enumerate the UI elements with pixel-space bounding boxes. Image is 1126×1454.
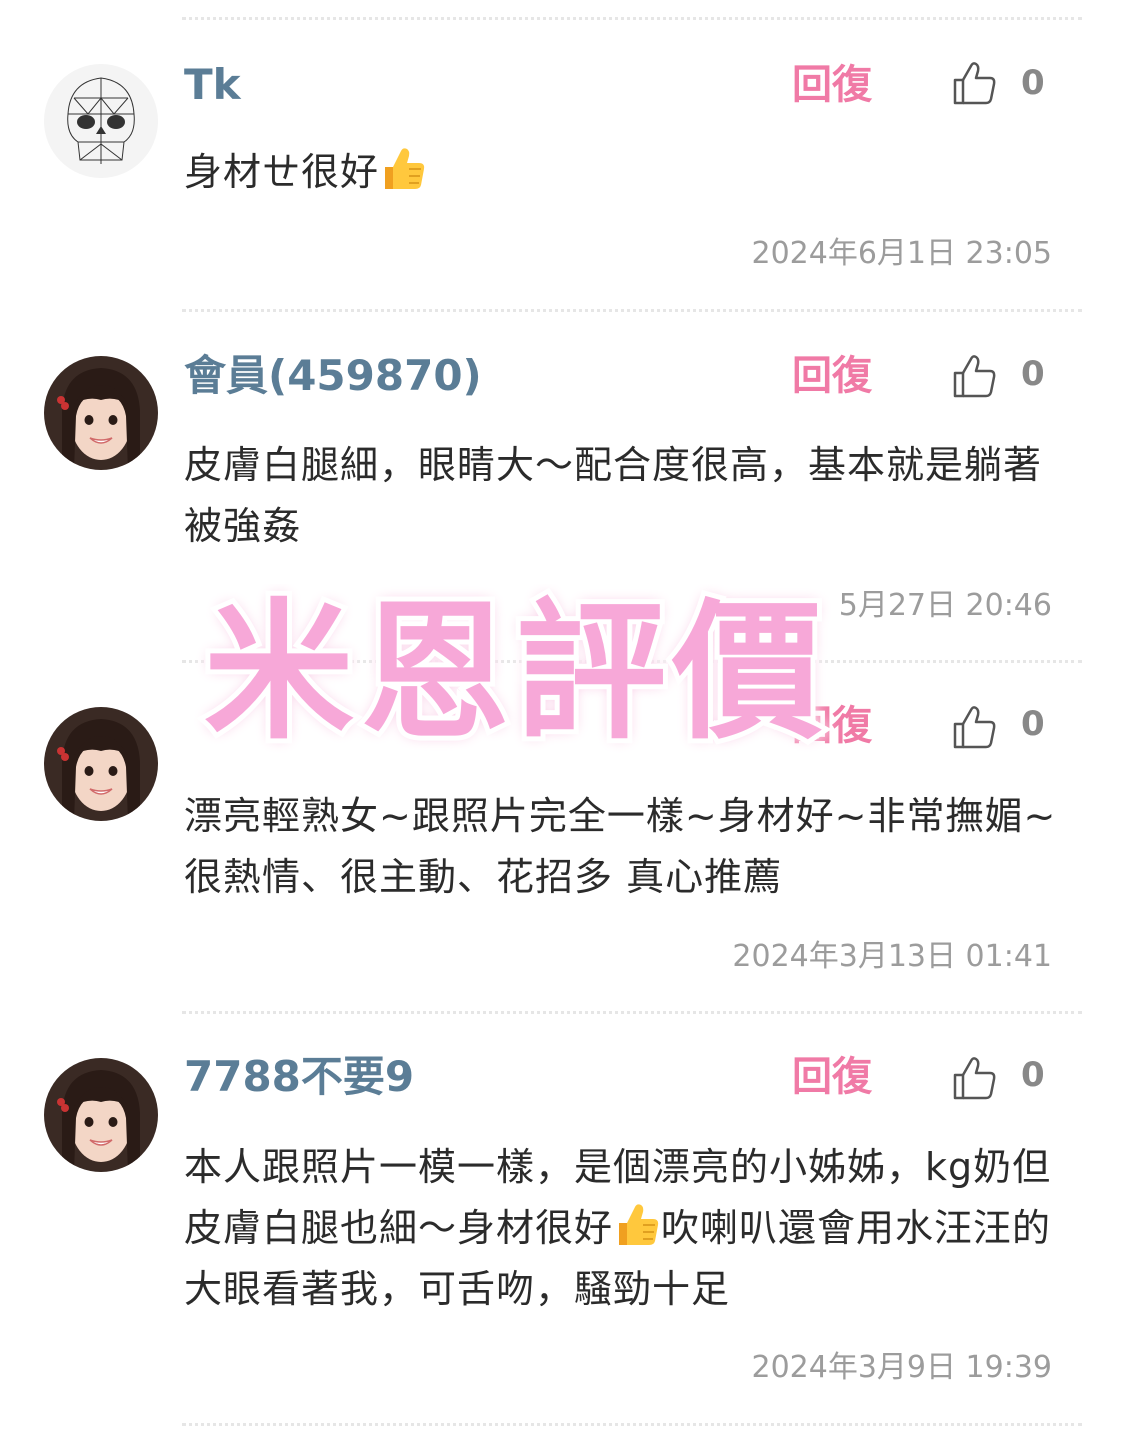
like-icon[interactable] bbox=[952, 60, 998, 106]
thumbs-up-emoji-icon bbox=[379, 145, 427, 193]
watermark: 米恩評價 bbox=[199, 584, 828, 754]
username[interactable]: Tk bbox=[184, 60, 241, 110]
girl-photo-avatar-icon bbox=[44, 356, 158, 470]
watermark-text: 米恩評價 bbox=[204, 586, 828, 754]
like-count: 0 bbox=[1021, 63, 1045, 103]
girl-photo-avatar-icon bbox=[44, 707, 158, 821]
like-icon[interactable] bbox=[952, 1055, 998, 1101]
like-icon[interactable] bbox=[952, 704, 998, 750]
comment-text: 漂亮輕熟女~跟照片完全一樣~身材好~非常撫媚~很熱情、很主動、花招多 真心推薦 bbox=[184, 786, 1074, 908]
comment-date: 2024年3月9日 19:39 bbox=[751, 1350, 1052, 1385]
comment-text-part: 皮膚白腿細，眼睛大～配合度很高，基本就是躺著被強姦 bbox=[184, 443, 1043, 548]
comment-text-part: 身材ㄝ很好 bbox=[184, 150, 380, 194]
like-count: 0 bbox=[1021, 1055, 1045, 1095]
comment-text-part: 漂亮輕熟女~跟照片完全一樣~身材好~非常撫媚~很熱情、很主動、花招多 真心推薦 bbox=[184, 794, 1057, 899]
reply-button[interactable]: 回復 bbox=[792, 351, 872, 401]
thumbs-up-emoji-icon bbox=[613, 1201, 661, 1249]
avatar[interactable] bbox=[44, 707, 158, 821]
reply-button[interactable]: 回復 bbox=[792, 60, 872, 110]
reply-button[interactable]: 回復 bbox=[792, 701, 872, 751]
comment-date: 2024年3月13日 01:41 bbox=[732, 939, 1052, 974]
divider bbox=[182, 1423, 1082, 1426]
comment-text: 身材ㄝ很好 bbox=[184, 142, 1074, 203]
like-count: 0 bbox=[1021, 704, 1045, 744]
divider bbox=[182, 309, 1082, 312]
avatar[interactable] bbox=[44, 356, 158, 470]
girl-photo-avatar-icon bbox=[44, 1058, 158, 1172]
comment-date: 2024年6月1日 23:05 bbox=[751, 236, 1052, 271]
reply-button[interactable]: 回復 bbox=[792, 1052, 872, 1102]
skull-sketch-avatar-icon bbox=[44, 64, 158, 178]
divider bbox=[182, 660, 1082, 663]
comment-text: 皮膚白腿細，眼睛大～配合度很高，基本就是躺著被強姦 bbox=[184, 435, 1074, 557]
avatar[interactable] bbox=[44, 64, 158, 178]
divider bbox=[182, 17, 1082, 20]
divider bbox=[182, 1011, 1082, 1014]
like-count: 0 bbox=[1021, 354, 1045, 394]
comment-text: 本人跟照片一模一樣，是個漂亮的小姊姊，kg奶但皮膚白腿也細～身材很好 吹喇叭還會用… bbox=[184, 1137, 1074, 1320]
username[interactable]: 會員(459870) bbox=[184, 351, 482, 401]
comment-date: 5月27日 20:46 bbox=[838, 588, 1052, 623]
avatar[interactable] bbox=[44, 1058, 158, 1172]
username[interactable]: 7788不要9 bbox=[184, 1052, 414, 1102]
like-icon[interactable] bbox=[952, 353, 998, 399]
